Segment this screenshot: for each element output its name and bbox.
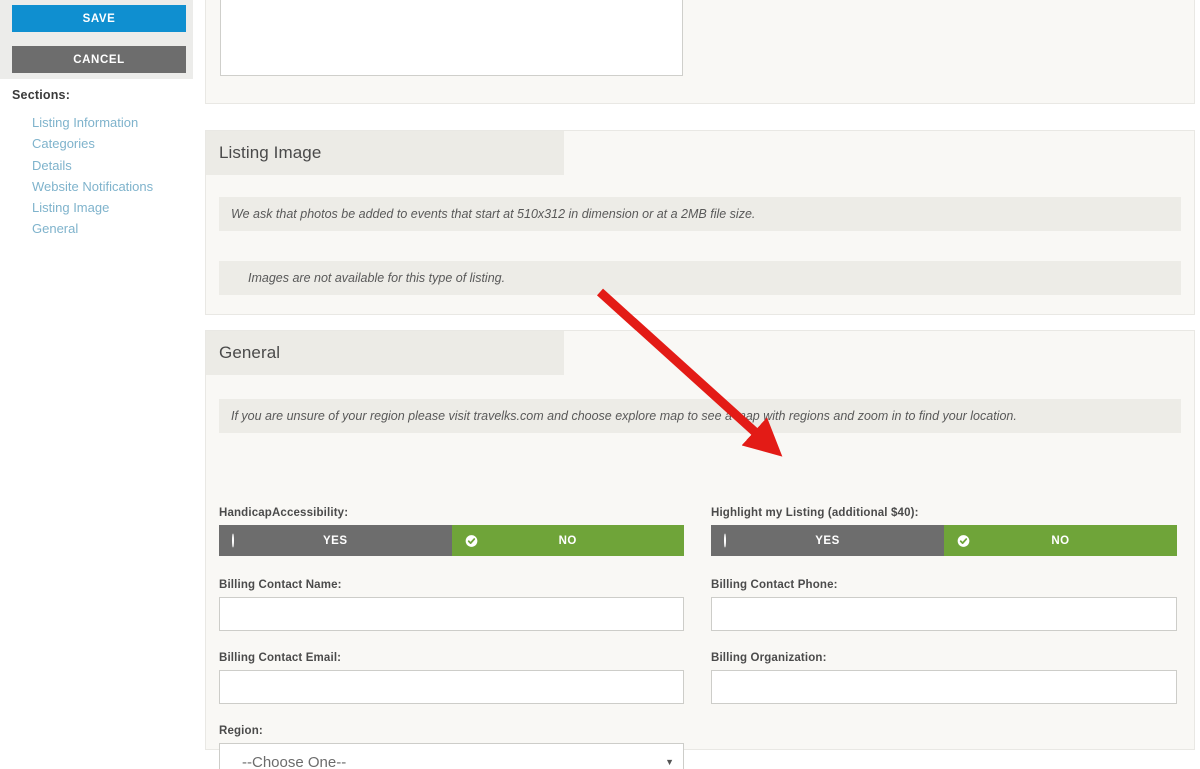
- listing-image-panel: Listing Image We ask that photos be adde…: [205, 130, 1195, 315]
- billing-organization-input[interactable]: [711, 670, 1177, 704]
- sidebar-item-website-notifications[interactable]: Website Notifications: [32, 176, 192, 197]
- highlight-listing-no-label: NO: [1051, 534, 1070, 547]
- handicap-accessibility-yes-label: YES: [322, 534, 348, 547]
- billing-contact-phone-label: Billing Contact Phone:: [711, 579, 838, 591]
- highlight-listing-group: Highlight my Listing (additional $40): Y…: [711, 507, 1177, 556]
- handicap-accessibility-label: HandicapAccessibility:: [219, 507, 349, 519]
- listing-details-panel-partial: [205, 0, 1195, 104]
- billing-organization-group: Billing Organization:: [711, 652, 1177, 704]
- sections-nav: Listing Information Categories Details W…: [32, 112, 192, 240]
- radio-unchecked-icon: [724, 533, 737, 547]
- general-help-text: If you are unsure of your region please …: [219, 399, 1181, 433]
- highlight-listing-toggle[interactable]: YES NO: [711, 525, 1177, 556]
- billing-contact-phone-input[interactable]: [711, 597, 1177, 631]
- radio-checked-icon: [957, 534, 970, 547]
- highlight-listing-no-option[interactable]: NO: [944, 525, 1177, 556]
- sidebar-item-details[interactable]: Details: [32, 155, 192, 176]
- highlight-listing-label: Highlight my Listing (additional $40):: [711, 507, 919, 519]
- billing-contact-email-label: Billing Contact Email:: [219, 652, 342, 664]
- listing-image-status-text: Images are not available for this type o…: [219, 261, 1181, 295]
- sidebar-item-general[interactable]: General: [32, 218, 192, 239]
- sidebar-item-categories[interactable]: Categories: [32, 133, 192, 154]
- sidebar-item-listing-information[interactable]: Listing Information: [32, 112, 192, 133]
- billing-contact-name-label: Billing Contact Name:: [219, 579, 342, 591]
- region-group: Region: --Choose One-- ▼: [219, 725, 684, 769]
- billing-contact-name-group: Billing Contact Name:: [219, 579, 684, 631]
- region-select-wrap[interactable]: --Choose One-- ▼: [219, 743, 684, 769]
- general-panel: General If you are unsure of your region…: [205, 330, 1195, 769]
- region-label: Region:: [219, 725, 263, 737]
- description-textarea[interactable]: [220, 0, 683, 76]
- handicap-accessibility-yes-option[interactable]: YES: [219, 525, 452, 556]
- listing-image-tab-label: Listing Image: [219, 143, 322, 162]
- listing-image-body: We ask that photos be added to events th…: [206, 197, 1194, 295]
- page-root: SAVE CANCEL Sections: Listing Informatio…: [0, 0, 1200, 769]
- save-button[interactable]: SAVE: [12, 5, 186, 32]
- general-tab[interactable]: General: [206, 331, 564, 375]
- billing-contact-email-input[interactable]: [219, 670, 684, 704]
- sidebar-item-listing-image[interactable]: Listing Image: [32, 197, 192, 218]
- handicap-accessibility-no-label: NO: [558, 534, 577, 547]
- cancel-button[interactable]: CANCEL: [12, 46, 186, 73]
- radio-unchecked-icon: [232, 533, 245, 547]
- handicap-accessibility-toggle[interactable]: YES NO: [219, 525, 684, 556]
- billing-contact-name-input[interactable]: [219, 597, 684, 631]
- handicap-accessibility-no-option[interactable]: NO: [451, 525, 684, 556]
- billing-contact-email-group: Billing Contact Email:: [219, 652, 684, 704]
- cancel-button-label: CANCEL: [73, 53, 125, 66]
- sections-heading: Sections:: [12, 88, 71, 102]
- billing-contact-phone-group: Billing Contact Phone:: [711, 579, 1177, 631]
- handicap-accessibility-group: HandicapAccessibility: YES NO: [219, 507, 684, 556]
- radio-checked-icon: [465, 534, 478, 547]
- save-button-label: SAVE: [82, 12, 116, 25]
- highlight-listing-yes-label: YES: [815, 534, 840, 547]
- general-tab-label: General: [219, 343, 281, 362]
- highlight-listing-yes-option[interactable]: YES: [711, 525, 944, 556]
- listing-image-help-text: We ask that photos be added to events th…: [219, 197, 1181, 231]
- region-select[interactable]: --Choose One--: [219, 743, 684, 769]
- billing-organization-label: Billing Organization:: [711, 652, 827, 664]
- general-body: If you are unsure of your region please …: [206, 399, 1194, 769]
- listing-image-tab[interactable]: Listing Image: [206, 131, 564, 175]
